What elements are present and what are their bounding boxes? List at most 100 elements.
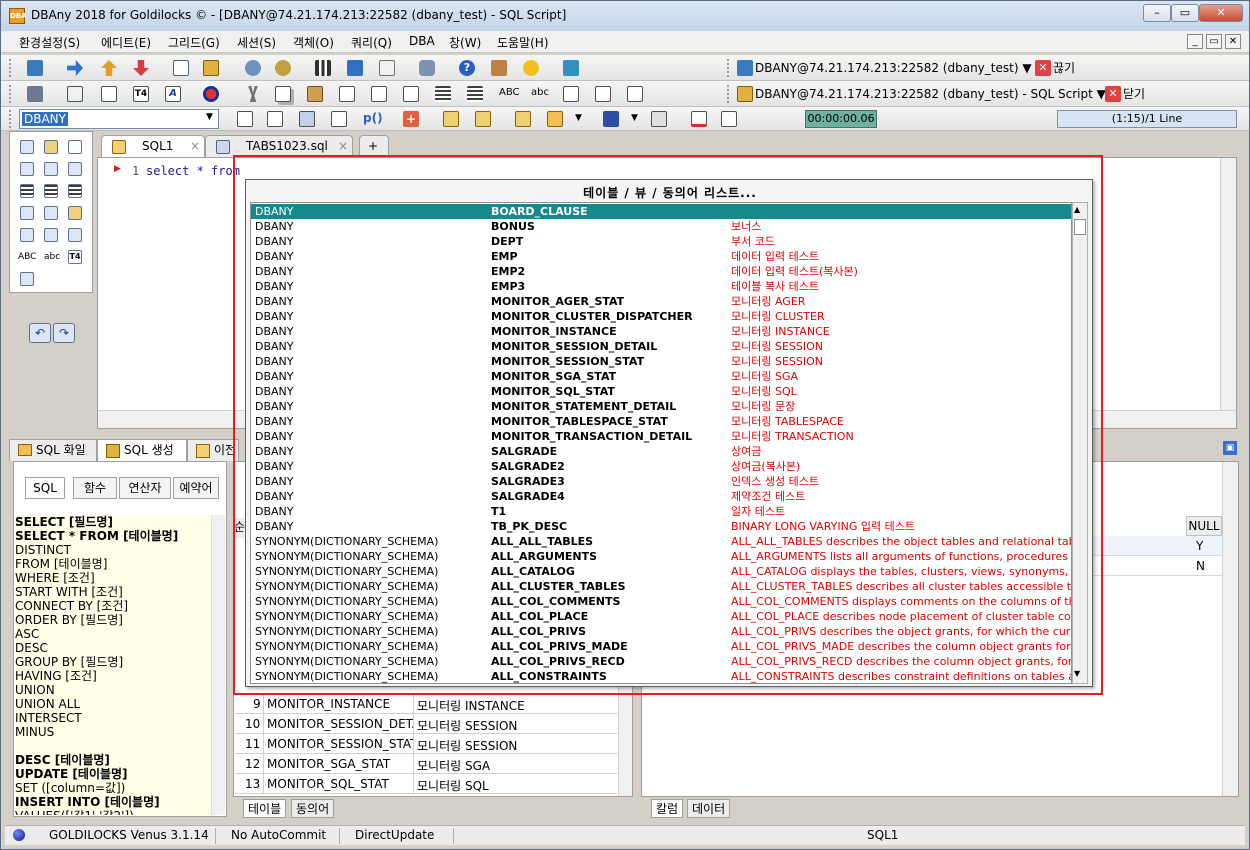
tool-1-icon[interactable] xyxy=(20,140,34,154)
new-document-icon[interactable] xyxy=(101,86,117,102)
sql-keyword-item[interactable]: INSERT INTO [테이블명] xyxy=(15,795,211,809)
exit-icon[interactable] xyxy=(563,60,579,76)
new-query-icon[interactable] xyxy=(237,111,253,127)
comment-icon[interactable] xyxy=(563,86,579,102)
sql-keyword-item[interactable]: UNION ALL xyxy=(15,697,211,711)
object-list-item[interactable]: SYNONYM(DICTIONARY_SCHEMA) ALL_COL_PRIVS_… xyxy=(251,639,1071,654)
maximize-button[interactable]: ▭ xyxy=(1171,4,1199,22)
sql-keyword-item[interactable]: DESC [테이블명] xyxy=(15,753,211,767)
table-row[interactable]: 11 MONITOR_SESSION_STAT 모니터링 SESSION xyxy=(235,734,617,754)
tool-lowercase-button[interactable]: abc xyxy=(44,252,60,262)
object-list-item[interactable]: DBANY MONITOR_SESSION_DETAIL 모니터링 SESSION xyxy=(251,339,1071,354)
subtab-sql[interactable]: SQL xyxy=(25,477,65,499)
tab-columns[interactable]: 칼럼 xyxy=(651,799,684,818)
print-preview-icon[interactable] xyxy=(651,111,667,127)
subtab-operators[interactable]: 연산자 xyxy=(119,477,171,499)
window-selector[interactable]: DBANY@74.21.174.213:22582 (dbany_test) -… xyxy=(755,83,1106,105)
object-list-item[interactable]: DBANY EMP2 데이터 입력 테스트(복사본) xyxy=(251,264,1071,279)
object-list-item[interactable]: DBANY MONITOR_STATEMENT_DETAIL 모니터링 문장 xyxy=(251,399,1071,414)
sql-keyword-item[interactable]: INTERSECT xyxy=(15,711,211,725)
tab-data[interactable]: 데이터 xyxy=(687,799,731,818)
copy-icon[interactable] xyxy=(275,86,291,102)
binoculars-icon[interactable] xyxy=(419,60,435,76)
object-list-item[interactable]: DBANY SALGRADE 상여금 xyxy=(251,444,1071,459)
undo-icon[interactable]: ↶ xyxy=(29,323,51,343)
object-browser-icon[interactable] xyxy=(245,60,261,76)
subtab-reserved[interactable]: 예약어 xyxy=(173,477,219,499)
tool-2-icon[interactable] xyxy=(44,140,58,154)
object-list-item[interactable]: DBANY MONITOR_SGA_STAT 모니터링 SGA xyxy=(251,369,1071,384)
object-list-item[interactable]: DBANY MONITOR_AGER_STAT 모니터링 AGER xyxy=(251,294,1071,309)
schema-select[interactable]: DBANY ▼ xyxy=(19,109,219,129)
sql-keyword-item[interactable]: ASC xyxy=(15,627,211,641)
tool-8-icon[interactable] xyxy=(44,184,58,198)
tool-list-icon[interactable] xyxy=(20,272,34,286)
save-icon[interactable] xyxy=(603,111,619,127)
uppercase-button[interactable]: ABC xyxy=(499,87,520,98)
close-icon[interactable]: × xyxy=(338,136,348,156)
close-button[interactable]: 닫기 xyxy=(1123,83,1145,105)
object-list-item[interactable]: SYNONYM(DICTIONARY_SCHEMA) ALL_COL_PRIVS A… xyxy=(251,624,1071,639)
object-list-item[interactable]: DBANY DEPT 부서 코드 xyxy=(251,234,1071,249)
object-list-item[interactable]: DBANY MONITOR_SQL_STAT 모니터링 SQL xyxy=(251,384,1071,399)
tab-tabs1023[interactable]: TABS1023.sql × xyxy=(205,135,353,157)
uncomment-icon[interactable] xyxy=(595,86,611,102)
sql-keyword-item[interactable]: VALUES(['값1' '값2']) xyxy=(15,809,211,815)
sql-keyword-item[interactable]: SET ([column=값]) xyxy=(15,781,211,795)
pin-icon[interactable]: ▣ xyxy=(1223,441,1237,455)
new-tab-button[interactable]: + xyxy=(359,135,389,157)
editor-vertical-scrollbar[interactable] xyxy=(1220,158,1236,410)
menu-edit[interactable]: 에디트(E) xyxy=(101,34,151,51)
table-row[interactable]: 10 MONITOR_SESSION_DETAI 모니터링 SESSION xyxy=(235,714,617,734)
replace-icon[interactable] xyxy=(403,86,419,102)
export-icon[interactable] xyxy=(691,111,707,127)
tab-sql1[interactable]: SQL1 × xyxy=(101,135,205,157)
sql-keyword-item[interactable]: SELECT * FROM [테이블명] xyxy=(15,529,211,543)
download-icon[interactable] xyxy=(133,60,149,76)
tool-12-icon[interactable] xyxy=(68,206,82,220)
close-icon[interactable]: × xyxy=(190,136,200,156)
tools-icon[interactable] xyxy=(27,86,43,102)
sql-keyword-item[interactable]: GROUP BY [필드명] xyxy=(15,655,211,669)
mdi-close-button[interactable]: ✕ xyxy=(1225,34,1241,49)
print-icon[interactable] xyxy=(67,86,83,102)
scroll-down-icon[interactable]: ▼ xyxy=(1074,669,1080,678)
table-autocomplete-popup[interactable]: 테이블 / 뷰 / 동의어 리스트... DBANY BOARD_CLAUSE DB… xyxy=(245,179,1093,687)
paste-icon[interactable] xyxy=(307,86,323,102)
object-list-item[interactable]: DBANY EMP 데이터 입력 테스트 xyxy=(251,249,1071,264)
font-size-icon[interactable]: T4 xyxy=(133,86,149,102)
object-list-item[interactable]: DBANY EMP3 테이블 복사 테스트 xyxy=(251,279,1071,294)
keyword-list-scrollbar[interactable] xyxy=(211,515,225,815)
about-icon[interactable] xyxy=(523,60,539,76)
tab-tables[interactable]: 테이블 xyxy=(243,799,287,818)
menu-settings[interactable]: 환경설정(S) xyxy=(19,34,80,51)
object-list-item[interactable]: DBANY SALGRADE2 상여금(복사본) xyxy=(251,459,1071,474)
indent-icon[interactable] xyxy=(435,86,451,102)
object-list-item[interactable]: DBANY BOARD_CLAUSE xyxy=(251,204,1071,219)
tool-font-icon[interactable]: T4 xyxy=(68,250,82,264)
object-list-item[interactable]: DBANY MONITOR_TRANSACTION_DETAIL 모니터링 TRAN… xyxy=(251,429,1071,444)
sql-keyword-item[interactable]: MINUS xyxy=(15,725,211,739)
tool-7-icon[interactable] xyxy=(20,184,34,198)
open-folder-icon[interactable] xyxy=(547,111,563,127)
object-list-item[interactable]: DBANY MONITOR_INSTANCE 모니터링 INSTANCE xyxy=(251,324,1071,339)
tool-14-icon[interactable] xyxy=(44,228,58,242)
menu-session[interactable]: 세션(S) xyxy=(237,34,276,51)
save-query-icon[interactable] xyxy=(299,111,315,127)
subtab-functions[interactable]: 함수 xyxy=(73,477,117,499)
tool-9-icon[interactable] xyxy=(68,184,82,198)
menu-grid[interactable]: 그리드(G) xyxy=(168,34,220,51)
object-list-item[interactable]: SYNONYM(DICTIONARY_SCHEMA) ALL_CONSTRAINT… xyxy=(251,669,1071,683)
grid-icon[interactable] xyxy=(331,111,347,127)
menu-query[interactable]: 쿼리(Q) xyxy=(351,34,392,51)
object-list-item[interactable]: SYNONYM(DICTIONARY_SCHEMA) ALL_COL_COMMEN… xyxy=(251,594,1071,609)
sql-keyword-item[interactable]: DESC xyxy=(15,641,211,655)
table-row[interactable]: 12 MONITOR_SGA_STAT 모니터링 SGA xyxy=(235,754,617,774)
help-icon[interactable]: ? xyxy=(459,60,475,76)
report-icon[interactable] xyxy=(379,60,395,76)
tool-5-icon[interactable] xyxy=(44,162,58,176)
object-list-item[interactable]: DBANY SALGRADE3 인덱스 생성 테스트 xyxy=(251,474,1071,489)
add-icon[interactable]: + xyxy=(403,111,419,127)
sql-keyword-item[interactable]: CONNECT BY [조건] xyxy=(15,599,211,613)
layout-icon[interactable] xyxy=(721,111,737,127)
